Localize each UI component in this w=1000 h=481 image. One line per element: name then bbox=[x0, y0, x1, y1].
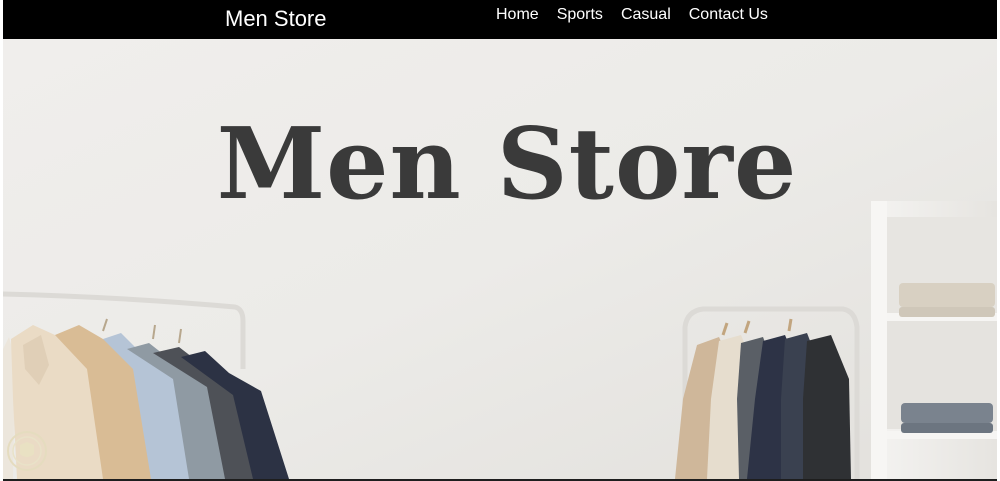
nav-link-casual[interactable]: Casual bbox=[621, 5, 671, 25]
brand-logo-link[interactable]: Men Store bbox=[225, 6, 327, 32]
nav-link-sports[interactable]: Sports bbox=[557, 5, 603, 25]
hero-title: Men Store bbox=[216, 107, 798, 222]
hero-banner: Men Store bbox=[3, 39, 997, 479]
top-navbar: Men Store Home Sports Casual Contact Us bbox=[3, 0, 997, 39]
main-nav: Home Sports Casual Contact Us bbox=[496, 5, 768, 25]
page: Men Store Home Sports Casual Contact Us bbox=[3, 0, 997, 481]
nav-link-home[interactable]: Home bbox=[496, 5, 539, 25]
watermark-seal-icon bbox=[7, 431, 47, 471]
nav-link-contact-us[interactable]: Contact Us bbox=[689, 5, 768, 25]
shelf-unit bbox=[871, 201, 997, 479]
